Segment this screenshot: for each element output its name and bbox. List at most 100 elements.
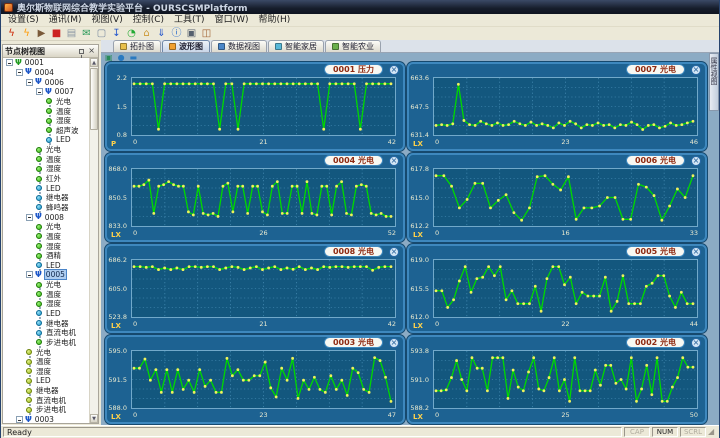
- download-icon[interactable]: ↧: [109, 28, 124, 40]
- display-icon[interactable]: ▣: [105, 53, 113, 62]
- x-tick-label: 0: [133, 411, 138, 419]
- lightning-orange-icon[interactable]: ϟ: [19, 28, 34, 40]
- topology-tab-icon: [120, 43, 127, 50]
- expand-collapse-icon[interactable]: [26, 271, 33, 279]
- chart-plot-area: [131, 168, 396, 227]
- chart-close-icon[interactable]: ×: [691, 247, 701, 257]
- unit-label: LX: [111, 322, 121, 330]
- x-axis-labels: 0 21 42: [131, 138, 396, 148]
- expand-collapse-icon[interactable]: [36, 88, 43, 96]
- tree-node-0003[interactable]: Ψ 0003: [3, 415, 89, 423]
- antenna-icon: Ψ: [25, 67, 32, 77]
- chart-close-icon[interactable]: ×: [691, 156, 701, 166]
- sensor-icon: [26, 358, 32, 368]
- menu-item[interactable]: 设置(S): [3, 14, 44, 27]
- menu-item[interactable]: 通讯(M): [44, 14, 87, 27]
- expand-collapse-icon[interactable]: [16, 416, 23, 423]
- y-tick-label: 1.5: [116, 102, 127, 111]
- sensor-label: 超声波: [56, 125, 79, 135]
- tree-sensor-item[interactable]: 湿度: [3, 299, 89, 310]
- x-tick-label: 0: [133, 320, 138, 328]
- chart-title: 0007 光电: [625, 64, 685, 75]
- status-indicator-cap: CAP: [624, 427, 650, 437]
- tree-scrollbar[interactable]: ▲ ▼: [89, 58, 98, 423]
- tab-智能家居[interactable]: 智能家居: [268, 40, 324, 52]
- chart-close-icon[interactable]: ×: [389, 156, 399, 166]
- chart-close-icon[interactable]: ×: [691, 338, 701, 348]
- tab-数据视图[interactable]: 数据视图: [211, 40, 267, 52]
- tree-node-0007[interactable]: Ψ 0007: [3, 87, 89, 97]
- expand-collapse-icon[interactable]: [6, 59, 13, 67]
- chart-close-icon[interactable]: ×: [691, 65, 701, 75]
- chart-close-icon[interactable]: ×: [389, 338, 399, 348]
- home-icon[interactable]: ⌂: [139, 28, 154, 40]
- unit-label: LX: [413, 140, 423, 148]
- expand-collapse-icon[interactable]: [26, 213, 33, 221]
- tree-sensor-item[interactable]: 蜂鸣器: [3, 203, 89, 213]
- stop-icon[interactable]: ■: [49, 28, 64, 40]
- sensor-icon: [46, 108, 52, 117]
- chart-title: 0004 光电: [323, 155, 383, 166]
- tab-智能农业[interactable]: 智能农业: [325, 40, 381, 52]
- scroll-up-icon[interactable]: ▲: [90, 58, 98, 67]
- globe-icon[interactable]: ●: [118, 53, 125, 62]
- tree-sensor-item[interactable]: 湿度: [3, 367, 89, 377]
- menu-item[interactable]: 帮助(H): [254, 14, 296, 27]
- monitor-icon[interactable]: ▣: [184, 28, 199, 40]
- chart-mini-toolbar: ▣ ● ▬: [105, 53, 142, 62]
- pin-icon[interactable]: [79, 48, 85, 58]
- y-axis-labels: 663.6 647.5 631.4: [409, 74, 431, 139]
- mail-icon[interactable]: ✉: [79, 28, 94, 40]
- tree-sensor-item[interactable]: 步进电机: [3, 405, 89, 416]
- close-icon[interactable]: ×: [88, 47, 95, 55]
- x-tick-label: 50: [689, 411, 698, 419]
- menu-item[interactable]: 窗口(W): [210, 14, 254, 27]
- chart-close-icon[interactable]: ×: [389, 247, 399, 257]
- menu-item[interactable]: 视图(V): [87, 14, 128, 27]
- expand-collapse-icon[interactable]: [16, 68, 23, 76]
- tree-node-0001[interactable]: Ψ 0001: [3, 58, 89, 68]
- scroll-down-icon[interactable]: ▼: [90, 414, 98, 423]
- tree-sensor-item[interactable]: 超声波: [3, 125, 89, 136]
- tree-node-0006[interactable]: Ψ 0006: [3, 77, 89, 87]
- tree-sensor-item[interactable]: 温度: [3, 106, 89, 117]
- smarthome-tab-icon: [275, 43, 282, 50]
- x-tick-label: 47: [387, 411, 396, 419]
- node-tree: Ψ 0001 Ψ 0004 Ψ 0006 Ψ 0007 光电 温度 湿度 超声波 LED 光电 温度 湿度 红外…: [3, 58, 89, 423]
- tree-sensor-item[interactable]: 酒精: [3, 251, 89, 262]
- unit-label: LX: [413, 413, 423, 421]
- x-axis-labels: 0 25 50: [433, 411, 698, 421]
- agriculture-tab-icon: [332, 43, 339, 50]
- exit-icon[interactable]: ◫: [199, 28, 214, 40]
- menu-item[interactable]: 工具(T): [169, 14, 210, 27]
- clock-icon[interactable]: ◔: [124, 28, 139, 40]
- arrow-down-icon[interactable]: ⇓: [154, 28, 169, 40]
- chart-plot-area: [433, 77, 698, 136]
- property-view-tab-label: 属性视图: [710, 57, 718, 85]
- menu-item[interactable]: 控制(C): [128, 14, 169, 27]
- tree-sensor-item[interactable]: 红外: [3, 174, 89, 184]
- chart-title: 0003 光电: [323, 337, 383, 348]
- tree-sensor-item[interactable]: 光电: [3, 97, 89, 107]
- tree-node-label: 0007: [54, 87, 74, 97]
- property-view-tab[interactable]: 属性视图: [709, 53, 719, 111]
- lightning-red-icon[interactable]: ϟ: [4, 28, 19, 40]
- scrollbar-thumb[interactable]: [90, 68, 98, 130]
- tab-拓扑图[interactable]: 拓扑图: [113, 40, 161, 52]
- tab-label: 拓扑图: [130, 42, 154, 51]
- info-icon[interactable]: ⓘ: [169, 28, 184, 40]
- collapse-icon[interactable]: ▬: [130, 53, 138, 62]
- chart-close-icon[interactable]: ×: [389, 65, 399, 75]
- x-axis-labels: 0 16 33: [433, 229, 698, 239]
- dataview-tab-icon: [218, 43, 225, 50]
- sensor-icon: [46, 117, 52, 127]
- tab-波形图[interactable]: 波形图: [162, 40, 210, 52]
- play-icon[interactable]: ▶: [34, 28, 49, 40]
- tree-node-0004[interactable]: Ψ 0004: [3, 68, 89, 78]
- cascade-windows-icon[interactable]: ▤: [64, 28, 79, 40]
- menu-bar: 设置(S) 通讯(M) 视图(V) 控制(C) 工具(T) 窗口(W) 帮助(H): [1, 14, 719, 27]
- window-icon[interactable]: ▢: [94, 28, 109, 40]
- resize-grip[interactable]: ◢: [708, 427, 717, 437]
- app-window: 奥尔斯物联网综合教学实验平台 - OURSCSMPlatform 设置(S) 通讯…: [0, 0, 720, 438]
- expand-collapse-icon[interactable]: [26, 78, 33, 86]
